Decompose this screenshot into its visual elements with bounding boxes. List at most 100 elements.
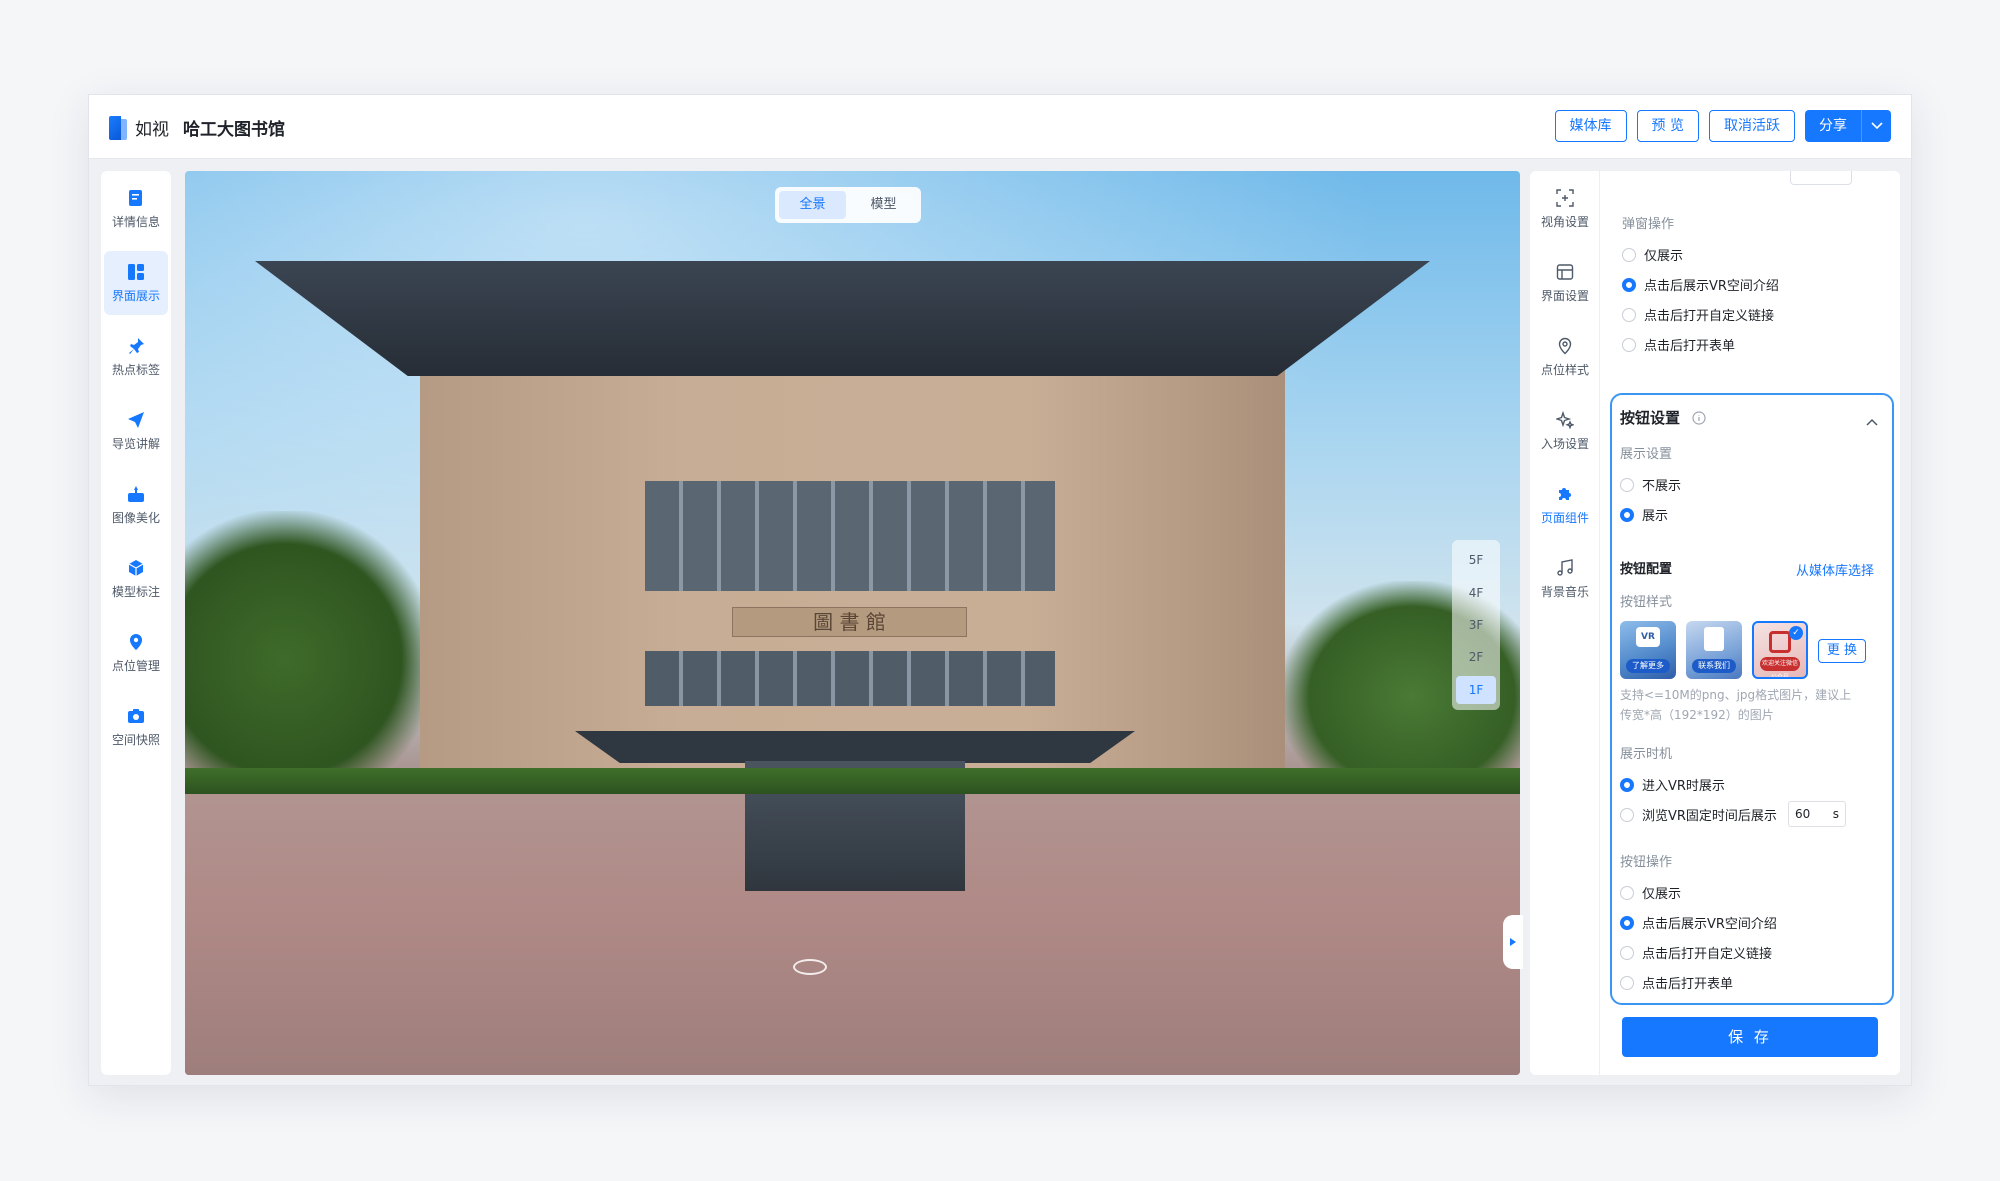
page-title: 哈工大图书馆 <box>183 120 285 140</box>
radio-dot <box>1622 337 1636 352</box>
panorama-viewport[interactable]: 圖 書 館 全景 模型 5F 4F 3F 2F 1F <box>185 171 1520 1075</box>
sidebar-item-interface[interactable]: 界面展示 <box>104 251 168 315</box>
sidebar-item-label: 界面展示 <box>111 289 160 303</box>
radio-dot <box>1620 975 1634 990</box>
category-view-angle[interactable]: 视角设置 <box>1533 177 1597 241</box>
floor-5f[interactable]: 5F <box>1456 546 1496 574</box>
floor-1f[interactable]: 1F <box>1456 675 1496 704</box>
timing-unit: s <box>1832 807 1839 821</box>
radio-label: 展示 <box>1642 509 1669 524</box>
button-style-thumb-3-selected[interactable]: 欢迎关注微信公众号 ✓ <box>1752 621 1808 679</box>
caret-right-icon <box>1510 938 1516 946</box>
truncated-input[interactable] <box>1790 171 1852 185</box>
upload-hint-line2: 传宽*高（192*192）的图片 <box>1620 708 1774 722</box>
sidebar-item-model-label[interactable]: 模型标注 <box>104 547 168 611</box>
sidebar-item-label: 点位管理 <box>111 659 160 673</box>
radio-label: 点击后打开自定义链接 <box>1642 947 1773 962</box>
thumb-caption: 了解更多 <box>1626 659 1670 673</box>
category-interface[interactable]: 界面设置 <box>1533 251 1597 315</box>
radio-label: 点击后展示VR空间介绍 <box>1642 917 1777 932</box>
share-dropdown-toggle[interactable] <box>1861 110 1891 142</box>
floor-2f[interactable]: 2F <box>1456 643 1496 671</box>
radio-label: 点击后展示VR空间介绍 <box>1644 279 1779 294</box>
share-button[interactable]: 分享 <box>1805 110 1861 142</box>
location-icon <box>126 632 146 652</box>
radio-dot <box>1622 247 1636 262</box>
category-label: 视角设置 <box>1540 215 1589 229</box>
library-sign: 圖 書 館 <box>732 607 967 637</box>
info-icon[interactable] <box>1692 410 1706 429</box>
category-label: 入场设置 <box>1540 437 1589 451</box>
logo[interactable]: 如视 <box>109 115 169 140</box>
category-bg-music[interactable]: 背景音乐 <box>1533 547 1597 611</box>
category-label: 界面设置 <box>1540 289 1589 303</box>
floor-4f[interactable]: 4F <box>1456 579 1496 607</box>
sidebar-item-image-enhance[interactable]: 图像美化 <box>104 473 168 537</box>
tab-model[interactable]: 模型 <box>850 191 917 219</box>
category-label: 点位样式 <box>1540 363 1589 377</box>
checkmark-icon: ✓ <box>1789 626 1803 640</box>
vr-badge-icon: VR <box>1636 627 1660 647</box>
image-enhance-icon <box>126 484 146 504</box>
entrance-canopy <box>575 731 1135 763</box>
radio-label: 进入VR时展示 <box>1642 779 1725 794</box>
button-style-thumb-2[interactable]: 联系我们 <box>1686 621 1742 679</box>
clipboard-icon <box>1704 627 1724 651</box>
navigation-waypoint[interactable] <box>793 959 827 975</box>
timing-radio-enter[interactable]: 进入VR时展示 <box>1620 775 1725 794</box>
replace-button[interactable]: 更 换 <box>1818 639 1866 663</box>
radio-label: 仅展示 <box>1642 887 1682 902</box>
sidebar-item-label: 热点标签 <box>111 363 160 377</box>
sidebar-item-hotspots[interactable]: 热点标签 <box>104 325 168 389</box>
chevron-down-icon <box>1870 122 1883 130</box>
button-op-title: 按钮操作 <box>1620 855 1673 870</box>
button-op-radio-2[interactable]: 点击后展示VR空间介绍 <box>1620 913 1777 932</box>
display-radio-show[interactable]: 展示 <box>1620 505 1668 524</box>
screen-icon <box>1555 262 1575 282</box>
choose-from-media-link[interactable]: 从媒体库选择 <box>1796 560 1874 579</box>
layout-icon <box>126 262 146 282</box>
share-button-group: 分享 <box>1805 110 1891 142</box>
thumb-caption: 联系我们 <box>1692 659 1736 673</box>
category-entrance[interactable]: 入场设置 <box>1533 399 1597 463</box>
sidebar-item-guide[interactable]: 导览讲解 <box>104 399 168 463</box>
timing-radio-after[interactable]: 浏览VR固定时间后展示 <box>1620 805 1777 824</box>
save-button[interactable]: 保 存 <box>1622 1017 1878 1057</box>
collapse-chevron-icon[interactable] <box>1866 411 1878 430</box>
send-icon <box>126 410 146 430</box>
button-op-radio-3[interactable]: 点击后打开自定义链接 <box>1620 943 1772 962</box>
radio-label: 仅展示 <box>1644 249 1684 264</box>
sidebar-item-details[interactable]: 详情信息 <box>104 177 168 241</box>
deactivate-button[interactable]: 取消活跃 <box>1709 110 1795 142</box>
display-radio-hide[interactable]: 不展示 <box>1620 475 1681 494</box>
category-point-style[interactable]: 点位样式 <box>1533 325 1597 389</box>
timing-seconds-input[interactable]: 60 s <box>1788 801 1846 827</box>
radio-dot <box>1620 507 1634 522</box>
popup-op-radio-4[interactable]: 点击后打开表单 <box>1622 335 1735 354</box>
timing-value: 60 <box>1795 807 1811 821</box>
tab-panorama[interactable]: 全景 <box>779 191 846 219</box>
button-op-radio-4[interactable]: 点击后打开表单 <box>1620 973 1733 992</box>
popup-op-radio-3[interactable]: 点击后打开自定义链接 <box>1622 305 1774 324</box>
media-library-button[interactable]: 媒体库 <box>1554 110 1627 142</box>
button-config-title: 按钮配置 <box>1620 562 1673 577</box>
button-op-radio-1[interactable]: 仅展示 <box>1620 883 1681 902</box>
panel-collapse-toggle[interactable] <box>1503 915 1523 969</box>
popup-op-radio-1[interactable]: 仅展示 <box>1622 245 1683 264</box>
settings-panel[interactable]: 弹窗操作 仅展示 点击后展示VR空间介绍 点击后打开自定义链接 点击后打开表单 … <box>1600 171 1900 1075</box>
radio-label: 点击后打开自定义链接 <box>1644 309 1775 324</box>
popup-op-radio-2[interactable]: 点击后展示VR空间介绍 <box>1622 275 1779 294</box>
button-style-thumb-1[interactable]: VR 了解更多 <box>1620 621 1676 679</box>
cube-icon <box>126 558 146 578</box>
radio-dot <box>1620 777 1634 792</box>
preview-button[interactable]: 预 览 <box>1636 110 1699 142</box>
location-outline-icon <box>1555 336 1575 356</box>
sidebar-item-points[interactable]: 点位管理 <box>104 621 168 685</box>
category-page-components[interactable]: 页面组件 <box>1533 473 1597 537</box>
radio-dot <box>1620 885 1634 900</box>
radio-dot <box>1622 277 1636 292</box>
puzzle-icon <box>1555 484 1575 504</box>
floor-3f[interactable]: 3F <box>1456 611 1496 639</box>
sidebar-item-snapshot[interactable]: 空间快照 <box>104 695 168 759</box>
logo-mark-icon <box>109 115 127 140</box>
